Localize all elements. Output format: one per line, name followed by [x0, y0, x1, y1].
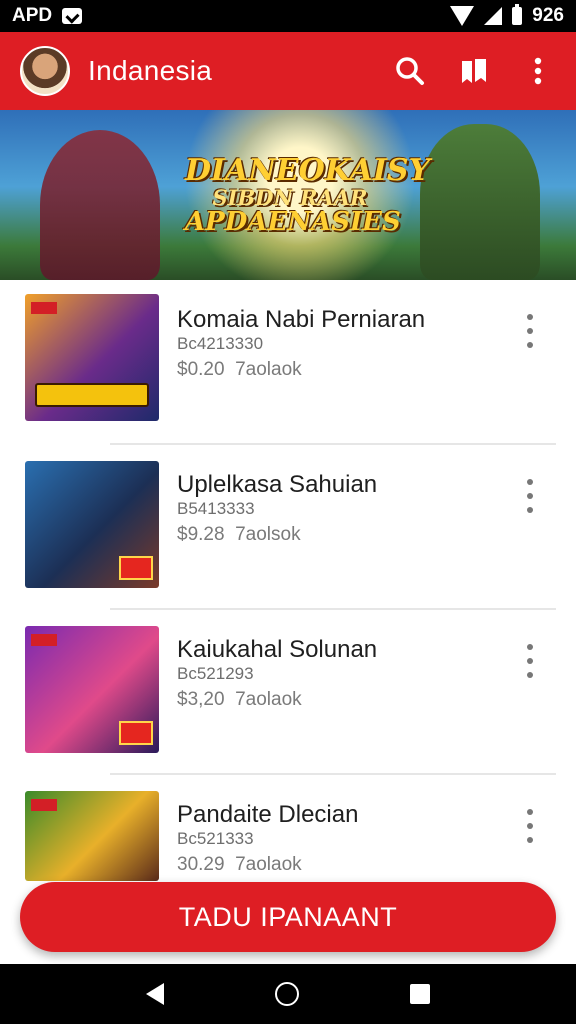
more-vert-icon: [527, 342, 533, 348]
more-vert-icon: [527, 328, 533, 334]
more-vert-icon: [527, 672, 533, 678]
thumbnail-badge: [119, 556, 153, 580]
item-price-line: 30.29 7aolaok: [177, 854, 302, 876]
item-price-line: $0.20 7aolaok: [177, 359, 302, 381]
item-title[interactable]: Komaia Nabi Perniaran: [177, 306, 425, 334]
item-price: $9.28: [177, 524, 225, 545]
more-vert-icon: [527, 644, 533, 650]
banner-title-line-2: SIBDN RAAR: [212, 184, 368, 210]
item-thumbnail[interactable]: [25, 626, 159, 753]
status-left-text: APD: [12, 5, 53, 26]
avatar[interactable]: [20, 46, 70, 96]
more-vert-icon: [527, 837, 533, 843]
status-bar: APD 926: [0, 0, 576, 32]
item-meta: 7aolaok: [235, 854, 302, 875]
item-more-button[interactable]: [518, 807, 542, 845]
item-price: 30.29: [177, 854, 225, 875]
banner-title: DIANEOKAISY SIBDN RAAR APDAENASIES: [185, 153, 430, 237]
cell-signal-icon: [484, 7, 503, 25]
page-title: Indanesia: [88, 55, 213, 86]
bookmarks-button[interactable]: [456, 53, 492, 89]
item-thumbnail[interactable]: [25, 294, 159, 421]
list-item[interactable]: Uplelkasa Sahuian B5413333 $9.28 7aolsok: [0, 445, 576, 610]
banner-hero-left: [40, 130, 160, 280]
item-more-button[interactable]: [518, 312, 542, 350]
item-subtitle: Bc521333: [177, 829, 254, 848]
item-title[interactable]: Pandaite Dlecian: [177, 801, 358, 829]
more-vert-icon: [527, 479, 533, 485]
item-price: $0.20: [177, 359, 225, 380]
search-icon: [396, 57, 424, 85]
banner-hero-right: [420, 124, 540, 280]
item-subtitle: Bc521293: [177, 664, 254, 683]
more-options-button[interactable]: [520, 53, 556, 89]
item-subtitle: Bc4213330: [177, 334, 264, 353]
banner-title-line-3: APDAENASIES: [185, 206, 401, 237]
primary-cta-button[interactable]: TADU IPANAANT: [20, 882, 556, 952]
more-vert-icon: [527, 314, 533, 320]
item-meta: 7aolaok: [235, 689, 302, 710]
more-vert-icon: [534, 57, 542, 85]
thumbnail-badge: [119, 721, 153, 745]
banner-title-line-1: DIANEOKAISY: [185, 153, 430, 188]
nav-home-icon[interactable]: [274, 982, 299, 1006]
nav-back-icon[interactable]: [145, 983, 164, 1005]
promo-banner[interactable]: DIANEOKAISY SIBDN RAAR APDAENASIES: [0, 110, 576, 280]
item-title[interactable]: Uplelkasa Sahuian: [177, 471, 377, 499]
item-meta: 7aolsok: [235, 524, 301, 545]
more-vert-icon: [527, 823, 533, 829]
item-more-button[interactable]: [518, 477, 542, 515]
item-thumbnail[interactable]: [25, 461, 159, 588]
thumbnail-logo: [35, 383, 149, 407]
battery-icon: [512, 4, 523, 25]
thumbnail-tag: [31, 799, 57, 811]
thumbnail-tag: [31, 302, 57, 314]
status-time: 926: [532, 5, 564, 26]
more-vert-icon: [527, 658, 533, 664]
system-nav-bar: [0, 964, 576, 1024]
list-item[interactable]: Komaia Nabi Perniaran Bc4213330 $0.20 7a…: [0, 280, 576, 445]
more-vert-icon: [527, 809, 533, 815]
wifi-icon: [450, 6, 475, 26]
item-subtitle: B5413333: [177, 499, 255, 518]
nav-recents-icon[interactable]: [410, 984, 431, 1004]
more-vert-icon: [527, 507, 533, 513]
search-button[interactable]: [392, 53, 428, 89]
item-price-line: $9.28 7aolsok: [177, 524, 301, 546]
item-more-button[interactable]: [518, 642, 542, 680]
game-list: Komaia Nabi Perniaran Bc4213330 $0.20 7a…: [0, 280, 576, 940]
thumbnail-tag: [31, 634, 57, 646]
list-item[interactable]: Kaiukahal Solunan Bc521293 $3,20 7aolaok: [0, 610, 576, 775]
item-meta: 7aolaok: [235, 359, 302, 380]
more-vert-icon: [527, 493, 533, 499]
item-price: $3,20: [177, 689, 225, 710]
item-title[interactable]: Kaiukahal Solunan: [177, 636, 377, 664]
bookmarks-icon: [462, 59, 486, 83]
item-thumbnail[interactable]: [25, 791, 159, 881]
item-price-line: $3,20 7aolaok: [177, 689, 302, 711]
app-bar: Indanesia: [0, 32, 576, 110]
notification-icon: [62, 8, 83, 24]
